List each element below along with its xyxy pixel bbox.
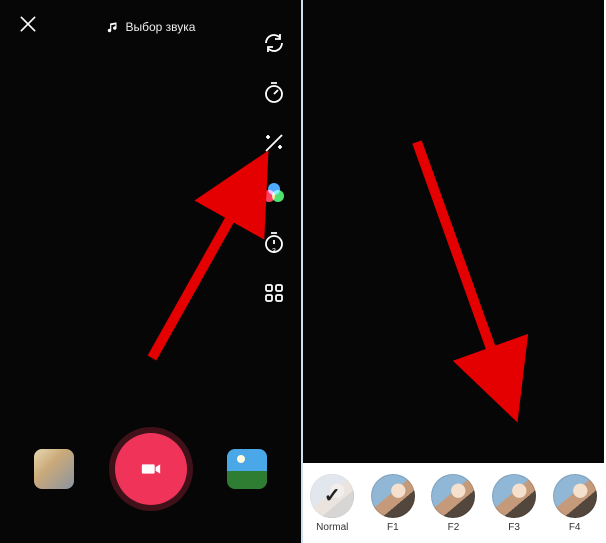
filters-icon [263, 183, 285, 203]
magic-wand-icon [262, 131, 286, 155]
timer-icon: 3 [262, 231, 286, 255]
annotation-arrow-left [140, 150, 280, 370]
bottom-bar [0, 433, 301, 505]
top-bar: Выбор звука [0, 14, 301, 40]
filters-button[interactable] [261, 180, 287, 206]
camera-tools: 3 [261, 30, 287, 306]
record-button[interactable] [115, 433, 187, 505]
filter-label: F3 [508, 522, 520, 533]
filter-thumbnail [553, 474, 597, 518]
close-icon [18, 14, 38, 34]
filter-label: Normal [316, 522, 348, 533]
annotation-arrow-right [403, 130, 543, 430]
beauty-button[interactable] [261, 130, 287, 156]
grid-icon [262, 281, 286, 305]
close-button[interactable] [18, 14, 38, 40]
sound-select-label: Выбор звука [126, 20, 196, 34]
filter-option-f1[interactable]: F1 [368, 474, 419, 533]
flip-icon [262, 31, 286, 55]
svg-text:3: 3 [272, 248, 276, 255]
filter-selection-screen: Normal F1 F2 F3 F4 [301, 0, 604, 543]
filter-label: F4 [569, 522, 581, 533]
camera-screen: Выбор звука [0, 0, 301, 543]
filter-option-f4[interactable]: F4 [549, 474, 600, 533]
speed-button[interactable] [261, 80, 287, 106]
filter-option-f2[interactable]: F2 [428, 474, 479, 533]
effects-button[interactable] [34, 449, 74, 489]
filter-option-f3[interactable]: F3 [489, 474, 540, 533]
sound-select-button[interactable]: Выбор звука [106, 20, 196, 34]
timer-button[interactable]: 3 [261, 230, 287, 256]
filter-thumbnail [492, 474, 536, 518]
filter-thumbnail [310, 474, 354, 518]
filter-label: F2 [448, 522, 460, 533]
filter-thumbnail [431, 474, 475, 518]
music-note-icon [106, 20, 120, 34]
filter-label: F1 [387, 522, 399, 533]
filter-option-normal[interactable]: Normal [307, 474, 358, 533]
filter-bar: Normal F1 F2 F3 F4 [303, 463, 604, 543]
filter-thumbnail [371, 474, 415, 518]
video-camera-icon [140, 458, 162, 480]
more-tools-button[interactable] [261, 280, 287, 306]
flip-camera-button[interactable] [261, 30, 287, 56]
upload-button[interactable] [227, 449, 267, 489]
speed-icon [262, 81, 286, 105]
